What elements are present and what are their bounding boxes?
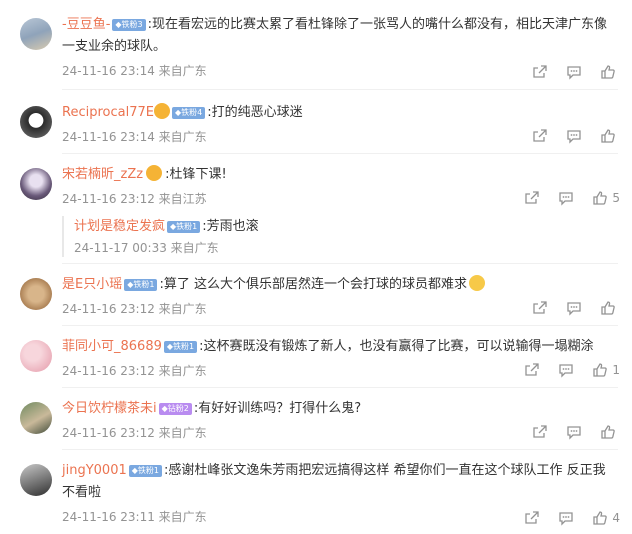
user-name[interactable]: 是E只小瑶 <box>62 277 122 292</box>
share-button[interactable] <box>524 362 540 378</box>
comment-actions <box>532 128 620 144</box>
reply-button[interactable] <box>558 190 574 206</box>
comment-actions <box>532 424 620 440</box>
divider <box>62 449 618 450</box>
share-button[interactable] <box>532 424 548 440</box>
avatar[interactable] <box>20 106 52 138</box>
comment-text: 宋若楠昕_zZz:杜锋下课! <box>62 165 227 182</box>
divider <box>62 387 618 388</box>
like-button[interactable] <box>600 128 620 144</box>
comment-text: jingY0001 ◆铁粉1:感谢杜峰张文逸朱芳雨把宏远搞得这样 希望你们一直在这… <box>62 463 606 500</box>
comment-actions: 5 <box>524 190 620 206</box>
comment-icon <box>559 364 574 378</box>
comment-icon <box>567 302 581 316</box>
share-button[interactable] <box>532 128 548 144</box>
like-icon <box>601 65 615 79</box>
share-icon <box>533 301 547 314</box>
like-icon <box>593 511 608 525</box>
like-icon <box>601 129 615 143</box>
user-name[interactable]: 宋若楠昕_zZz <box>62 167 143 182</box>
avatar[interactable] <box>20 340 52 372</box>
fan-badge: ◆铁粉1 <box>124 279 158 291</box>
divider <box>62 263 618 264</box>
user-name[interactable]: -豆豆鱼- <box>62 17 110 32</box>
crying-emoji-icon <box>468 275 485 291</box>
comment-text: 菲同小可_86689 ◆铁粉1:这杯赛既没有锻炼了新人，也没有赢得了比赛，可以说输… <box>62 339 594 354</box>
like-button[interactable]: 1 <box>592 362 620 378</box>
share-icon <box>525 363 540 376</box>
share-icon <box>533 129 547 142</box>
user-name[interactable]: Reciprocal77E <box>62 105 154 120</box>
reply-item: 计划是稳定发疯 ◆铁粉1:芳雨也滚 24-11-17 00:33 来自广东 <box>62 216 259 257</box>
share-icon <box>525 511 540 524</box>
fan-badge: ◆铁粉4 <box>171 107 206 119</box>
like-button[interactable] <box>600 64 620 80</box>
reply-button[interactable] <box>566 128 582 144</box>
like-count: 5 <box>612 191 620 205</box>
comment-text: -豆豆鱼- ◆铁粉3:现在看宏远的比赛太累了看杜锋除了一张骂人的嘴什么都没有，相比… <box>62 17 608 54</box>
comment-icon <box>567 66 581 80</box>
comment-icon <box>559 512 574 526</box>
reply-button[interactable] <box>566 300 582 316</box>
share-button[interactable] <box>524 190 540 206</box>
share-icon <box>533 425 547 438</box>
like-count: 1 <box>612 363 620 377</box>
like-button[interactable]: 4 <box>592 510 620 526</box>
like-button[interactable]: 5 <box>592 190 620 206</box>
avatar[interactable] <box>20 402 52 434</box>
like-count: 4 <box>612 511 620 525</box>
comment-actions <box>532 300 620 316</box>
comment-text: Reciprocal77E ◆铁粉4:打的纯恶心球迷 <box>62 103 303 120</box>
crown-icon <box>146 165 163 181</box>
comment-actions <box>532 64 620 80</box>
share-icon <box>525 191 540 204</box>
like-icon <box>601 425 615 439</box>
user-name[interactable]: jingY0001 <box>62 463 127 478</box>
fan-badge: ◆铁粉1 <box>167 221 201 233</box>
divider <box>62 89 618 90</box>
reply-button[interactable] <box>558 510 574 526</box>
comment-icon <box>567 130 581 144</box>
comment-actions: 1 <box>524 362 620 378</box>
comment-text: 是E只小瑶 ◆铁粉1:算了 这么大个俱乐部居然连一个会打球的球员都难求 <box>62 274 618 296</box>
reply-button[interactable] <box>566 424 582 440</box>
divider <box>62 325 618 326</box>
comment-actions: 4 <box>524 510 620 526</box>
like-icon <box>593 363 608 377</box>
avatar[interactable] <box>20 278 52 310</box>
reply-text: 计划是稳定发疯 ◆铁粉1:芳雨也滚 <box>74 219 259 234</box>
user-name[interactable]: 今日饮柠檬茶未i <box>62 401 157 416</box>
reply-meta: 24-11-17 00:33 来自广东 <box>74 241 219 255</box>
share-icon <box>533 65 547 78</box>
like-button[interactable] <box>600 424 620 440</box>
comment-text: 今日饮柠檬茶未i ◆钻粉2:有好好训练吗？打得什么鬼? <box>62 401 362 416</box>
reply-button[interactable] <box>558 362 574 378</box>
comment-icon <box>559 192 574 206</box>
share-button[interactable] <box>532 64 548 80</box>
avatar[interactable] <box>20 464 52 496</box>
reply-button[interactable] <box>566 64 582 80</box>
user-name[interactable]: 计划是稳定发疯 <box>74 219 165 234</box>
like-icon <box>601 301 615 315</box>
fan-badge: ◆铁粉1 <box>128 465 162 477</box>
divider <box>62 153 618 154</box>
fan-badge: ◆铁粉1 <box>163 341 198 353</box>
share-button[interactable] <box>532 300 548 316</box>
fan-badge: ◆铁粉3 <box>112 19 146 31</box>
avatar[interactable] <box>20 168 52 200</box>
fan-badge: ◆钻粉2 <box>158 403 192 415</box>
avatar[interactable] <box>20 18 52 50</box>
crown-icon <box>153 103 170 119</box>
share-button[interactable] <box>524 510 540 526</box>
user-name[interactable]: 菲同小可_86689 <box>62 339 162 354</box>
comment-icon <box>567 426 581 440</box>
like-button[interactable] <box>600 300 620 316</box>
like-icon <box>593 191 608 205</box>
